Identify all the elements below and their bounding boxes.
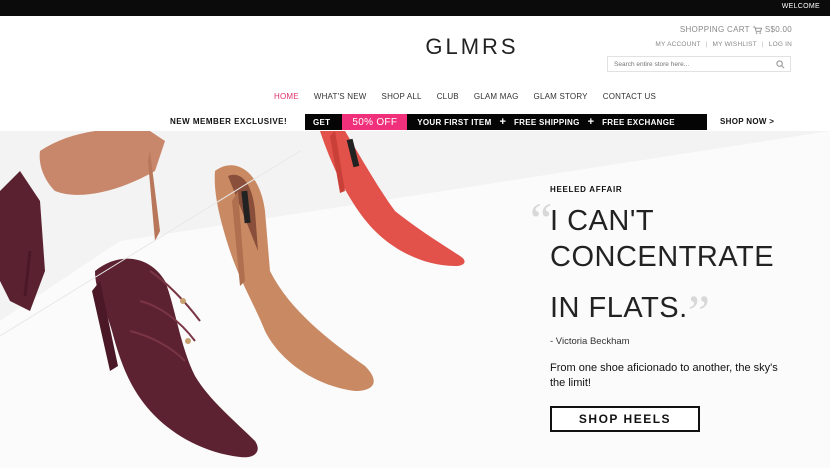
cart-total: S$0.00 <box>764 25 792 34</box>
nav-home[interactable]: HOME <box>274 92 299 101</box>
promo-free-shipping: FREE SHIPPING <box>513 117 580 127</box>
open-quote-icon: “ <box>530 192 553 248</box>
headline-line-2: CONCENTRATE <box>550 241 775 273</box>
nav-glam-story[interactable]: GLAM STORY <box>534 92 588 101</box>
promo-free-exchange: FREE EXCHANGE <box>602 117 675 127</box>
hero-kicker: HEELED AFFAIR <box>550 185 623 194</box>
nav-contact-us[interactable]: CONTACT US <box>603 92 656 101</box>
promo-band[interactable]: GET 50% OFF YOUR FIRST ITEM + FREE SHIPP… <box>305 114 707 130</box>
hero-quote-block: HEELED AFFAIR “ I CAN'T CONCENTRATE IN F… <box>530 185 820 432</box>
separator: | <box>761 41 764 48</box>
promo-get: GET <box>313 117 331 127</box>
promo-first-item: YOUR FIRST ITEM <box>417 117 492 127</box>
nav-shop-all[interactable]: SHOP ALL <box>382 92 422 101</box>
hero-headline: I CAN'T CONCENTRATE IN FLATS.” <box>550 203 820 337</box>
my-account-link[interactable]: MY ACCOUNT <box>655 41 700 48</box>
main-nav: HOME WHAT'S NEW SHOP ALL CLUB GLAM MAG G… <box>274 92 671 101</box>
plus-icon: + <box>587 116 595 128</box>
separator: | <box>705 41 708 48</box>
login-link[interactable]: LOG IN <box>769 41 792 48</box>
promo-discount: 50% OFF <box>342 114 408 130</box>
nav-whats-new[interactable]: WHAT'S NEW <box>314 92 367 101</box>
my-wishlist-link[interactable]: MY WISHLIST <box>713 41 757 48</box>
shop-heels-button[interactable]: SHOP HEELS <box>550 406 700 432</box>
search-box <box>607 56 791 72</box>
cart-label: SHOPPING CART <box>679 25 750 34</box>
nav-club[interactable]: CLUB <box>437 92 459 101</box>
hero-tagline: From one shoe aficionado to another, the… <box>550 362 778 389</box>
promo-lead: NEW MEMBER EXCLUSIVE! <box>170 117 288 126</box>
account-links: MY ACCOUNT | MY WISHLIST | LOG IN <box>655 41 792 48</box>
search-icon[interactable] <box>776 60 785 69</box>
search-input[interactable] <box>614 61 764 68</box>
hero-attribution: - Victoria Beckham <box>550 336 630 347</box>
cart-icon <box>752 25 762 34</box>
headline-line-3: IN FLATS. <box>550 292 688 324</box>
top-bar: WELCOME <box>0 0 830 16</box>
headline-line-1: I CAN'T <box>550 205 655 237</box>
hero-banner[interactable]: HEELED AFFAIR “ I CAN'T CONCENTRATE IN F… <box>0 131 830 468</box>
shopping-cart-link[interactable]: SHOPPING CART S$0.00 <box>680 25 792 34</box>
close-quote-icon: ” <box>687 284 711 340</box>
plus-icon: + <box>499 116 506 128</box>
shop-now-link[interactable]: SHOP NOW > <box>720 117 774 126</box>
welcome-text: WELCOME <box>781 3 820 10</box>
nav-glam-mag[interactable]: GLAM MAG <box>474 92 519 101</box>
promo-bar: NEW MEMBER EXCLUSIVE! GET 50% OFF YOUR F… <box>0 114 830 130</box>
